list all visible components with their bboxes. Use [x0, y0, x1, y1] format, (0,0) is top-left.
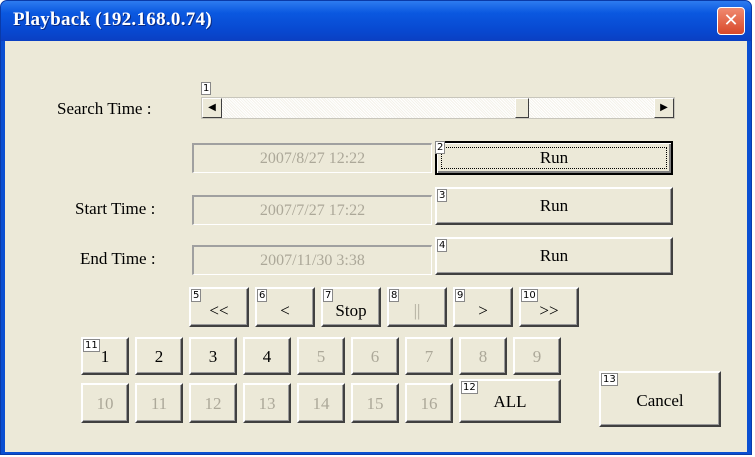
channel-9-button[interactable]: 9: [513, 337, 561, 375]
channel-15-button[interactable]: 15: [351, 383, 399, 423]
channel-13-button[interactable]: 13: [243, 383, 291, 423]
channel-1-button[interactable]: 11 1: [81, 337, 129, 375]
channel-label: 8: [478, 347, 488, 366]
marker-5: 5: [191, 289, 202, 302]
playback-window: Playback (192.168.0.74) ✕ Search Time : …: [0, 0, 752, 455]
window-title: Playback (192.168.0.74): [13, 9, 213, 30]
channel-6-button[interactable]: 6: [351, 337, 399, 375]
channel-16-button[interactable]: 16: [405, 383, 453, 423]
marker-8: 8: [389, 289, 400, 302]
marker-6: 6: [257, 289, 268, 302]
channel-10-button[interactable]: 10: [81, 383, 129, 423]
close-icon[interactable]: ✕: [717, 7, 745, 35]
channel-label: 9: [532, 347, 542, 366]
cancel-label: Cancel: [636, 391, 684, 410]
run-start-button[interactable]: 3 Run: [435, 187, 673, 225]
marker-12: 12: [461, 381, 478, 394]
end-time-label: End Time :: [80, 249, 156, 268]
current-time-field[interactable]: 2007/8/27 12:22: [192, 143, 432, 173]
stop-label: Stop: [335, 301, 367, 320]
channel-4-button[interactable]: 4: [243, 337, 291, 375]
channel-label: 1: [100, 347, 110, 366]
marker-1: 1: [201, 82, 212, 95]
channel-label: 4: [262, 347, 272, 366]
channel-label: 13: [258, 394, 276, 413]
all-channels-button[interactable]: 12 ALL: [459, 379, 561, 423]
step-back-label: <: [280, 301, 290, 320]
channel-label: 11: [150, 394, 168, 413]
marker-11: 11: [83, 339, 100, 352]
cancel-button[interactable]: 13 Cancel: [599, 371, 721, 427]
rewind-button[interactable]: 5 <<: [189, 287, 249, 327]
rewind-label: <<: [209, 301, 229, 320]
marker-9: 9: [455, 289, 466, 302]
channel-3-button[interactable]: 3: [189, 337, 237, 375]
start-time-label: Start Time :: [75, 199, 156, 218]
channel-label: 12: [204, 394, 222, 413]
marker-3: 3: [437, 189, 448, 202]
channel-7-button[interactable]: 7: [405, 337, 453, 375]
channel-11-button[interactable]: 11: [135, 383, 183, 423]
slider-thumb[interactable]: [514, 98, 529, 118]
marker-7: 7: [323, 289, 334, 302]
start-time-field[interactable]: 2007/7/27 17:22: [192, 195, 432, 225]
scroll-right-arrow-icon[interactable]: ▶: [654, 98, 674, 118]
pause-label: ||: [413, 301, 421, 320]
channel-5-button[interactable]: 5: [297, 337, 345, 375]
run-current-button[interactable]: 2 Run: [435, 141, 673, 175]
stop-button[interactable]: 7 Stop: [321, 287, 381, 327]
channel-label: 6: [370, 347, 380, 366]
forward-button[interactable]: 9 >: [453, 287, 513, 327]
scroll-left-arrow-icon[interactable]: ◀: [202, 98, 222, 118]
pause-button[interactable]: 8 ||: [387, 287, 447, 327]
dialog-body: Search Time : 1 ◀ ▶ 2007/8/27 12:22 2 Ru…: [5, 41, 747, 452]
channel-2-button[interactable]: 2: [135, 337, 183, 375]
channel-label: 3: [208, 347, 218, 366]
all-label: ALL: [493, 392, 527, 411]
marker-4: 4: [437, 239, 448, 252]
marker-13: 13: [601, 373, 618, 386]
marker-2: 2: [435, 141, 446, 154]
channel-label: 15: [366, 394, 384, 413]
marker-10: 10: [521, 289, 538, 302]
forward-label: >: [478, 301, 488, 320]
channel-label: 16: [420, 394, 438, 413]
fast-forward-label: >>: [539, 301, 559, 320]
fast-forward-button[interactable]: 10 >>: [519, 287, 579, 327]
run-end-label: Run: [539, 246, 569, 265]
channel-14-button[interactable]: 14: [297, 383, 345, 423]
channel-8-button[interactable]: 8: [459, 337, 507, 375]
search-time-label: Search Time :: [57, 99, 152, 118]
channel-label: 7: [424, 347, 434, 366]
channel-label: 2: [154, 347, 164, 366]
channel-12-button[interactable]: 12: [189, 383, 237, 423]
channel-label: 14: [312, 394, 330, 413]
run-end-button[interactable]: 4 Run: [435, 237, 673, 275]
focus-ring: [441, 147, 667, 169]
end-time-field[interactable]: 2007/11/30 3:38: [192, 245, 432, 275]
step-back-button[interactable]: 6 <: [255, 287, 315, 327]
channel-label: 5: [316, 347, 326, 366]
title-bar[interactable]: Playback (192.168.0.74) ✕: [1, 1, 751, 41]
search-time-slider[interactable]: ◀ ▶: [201, 97, 675, 119]
run-start-label: Run: [539, 196, 569, 215]
channel-label: 10: [96, 394, 114, 413]
